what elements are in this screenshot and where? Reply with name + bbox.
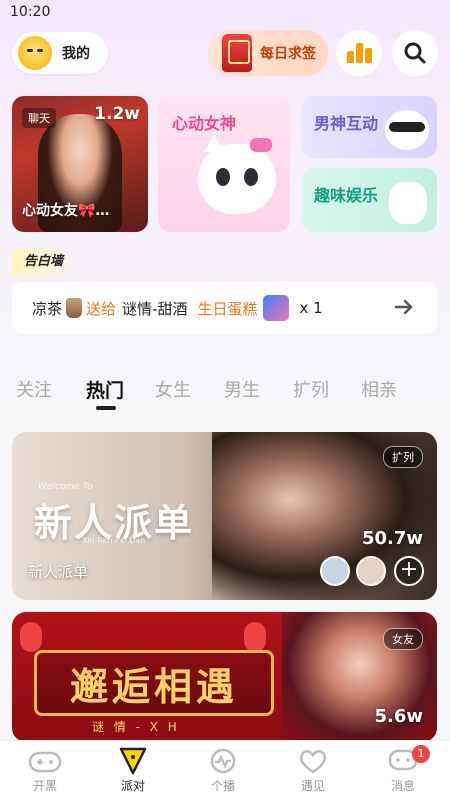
tab-hot[interactable]: 热门	[86, 376, 124, 403]
fun-label: 趣味娱乐	[314, 186, 379, 205]
party-icon	[119, 747, 147, 775]
confession-message[interactable]: 凉茶 送给 谜情-甜酒 生日蛋糕 x 1	[12, 282, 437, 334]
sender-name: 凉茶	[32, 299, 63, 318]
daily-fortune-label: 每日求签	[260, 46, 316, 62]
room-card[interactable]: 邂逅相遇 谜 情 - X H 女友 5.6w	[12, 612, 437, 742]
cat-mascot-icon	[198, 134, 276, 214]
nav-label: 遇见	[300, 779, 325, 793]
avatar	[18, 36, 52, 70]
search-button[interactable]	[392, 30, 438, 76]
chat-badge: 聊天	[22, 108, 56, 128]
goddess-tile[interactable]: 心动女神	[158, 96, 290, 232]
live-icon	[210, 748, 236, 774]
nav-live[interactable]: 个播	[188, 747, 258, 794]
ranking-icon	[346, 43, 372, 63]
confession-wall-tag: 告白墙	[12, 248, 76, 276]
chat-title: 心动女友🎀…	[22, 203, 110, 219]
chat-count: 1.2w	[94, 104, 140, 124]
room-popularity: 50.7w	[361, 528, 423, 549]
fortune-sticks-icon	[222, 34, 252, 72]
gift-icon	[263, 295, 290, 321]
nav-meet[interactable]: 遇见	[278, 747, 348, 794]
nav-party[interactable]: 派对	[98, 747, 168, 794]
tab-male[interactable]: 男生	[224, 376, 260, 402]
male-god-tile[interactable]: 男神互动	[302, 96, 437, 158]
tab-female[interactable]: 女生	[155, 376, 191, 402]
confession-wall: 告白墙 凉茶 送给 谜情-甜酒 生日蛋糕 x 1	[12, 248, 437, 338]
tab-follow[interactable]: 关注	[16, 376, 52, 402]
room-tag: 女友	[383, 628, 423, 650]
my-profile-label: 我的	[62, 46, 90, 62]
active-tab-indicator	[96, 406, 116, 410]
nav-label: 开黑	[32, 779, 57, 793]
status-time: 10:20	[10, 4, 51, 20]
milk-tea-icon	[66, 298, 83, 318]
top-bar: 我的 每日求签	[12, 30, 438, 80]
cover-pinyin: Xin Ren Pai Dan	[82, 536, 146, 545]
chat-girlfriend-tile[interactable]: 聊天 1.2w 心动女友🎀…	[12, 96, 148, 232]
cover-subtitle: 谜 情 - X H	[92, 720, 180, 734]
my-profile-button[interactable]: 我的	[12, 32, 108, 74]
tab-dating[interactable]: 相亲	[361, 376, 397, 402]
male-god-label: 男神互动	[314, 114, 379, 133]
add-seat-button[interactable]: +	[394, 556, 424, 586]
nav-messages[interactable]: 消息 1	[368, 745, 438, 794]
bottom-nav: 开黑 派对 个播 遇见 消息 1	[0, 740, 450, 800]
victory-mascot-icon	[389, 182, 427, 224]
seat-avatar[interactable]	[356, 556, 386, 586]
lantern-icon	[244, 622, 266, 652]
unread-badge: 1	[412, 745, 430, 763]
send-word: 送给	[86, 299, 117, 318]
nav-label: 派对	[120, 779, 145, 793]
fun-entertainment-tile[interactable]: 趣味娱乐	[302, 168, 437, 232]
cover-welcome-text: Welcome To	[38, 482, 93, 492]
category-tabs: 关注 热门 女生 男生 扩列 相亲	[0, 372, 450, 412]
gamepad-icon	[28, 751, 62, 773]
nav-gaming[interactable]: 开黑	[10, 747, 80, 794]
category-banners: 聊天 1.2w 心动女友🎀… 心动女神 男神互动 趣味娱乐	[12, 96, 437, 232]
ranking-button[interactable]	[336, 30, 382, 76]
tab-make-friends[interactable]: 扩列	[293, 376, 329, 402]
cover-title: 邂逅相遇	[34, 650, 274, 716]
daily-fortune-button[interactable]: 每日求签	[208, 30, 328, 76]
status-bar: 10:20	[0, 0, 450, 26]
search-icon	[404, 42, 426, 64]
arrow-right-icon[interactable]	[393, 296, 415, 318]
gift-quantity: x 1	[299, 299, 323, 317]
room-tag: 扩列	[383, 446, 423, 468]
room-card[interactable]: Welcome To 新人派单 Xin Ren Pai Dan 扩列 50.7w…	[12, 432, 437, 600]
room-name: 新人派单	[28, 563, 89, 581]
nav-label: 消息	[390, 779, 415, 793]
receiver-name: 谜情-甜酒	[122, 299, 188, 318]
room-popularity: 5.6w	[374, 706, 423, 727]
seat-avatar[interactable]	[320, 556, 350, 586]
sunglasses-mascot-icon	[385, 110, 429, 150]
gift-name: 生日蛋糕	[197, 299, 258, 318]
lantern-icon	[20, 622, 42, 652]
heart-chat-icon	[299, 750, 327, 774]
goddess-label: 心动女神	[172, 114, 237, 133]
nav-label: 个播	[210, 779, 235, 793]
